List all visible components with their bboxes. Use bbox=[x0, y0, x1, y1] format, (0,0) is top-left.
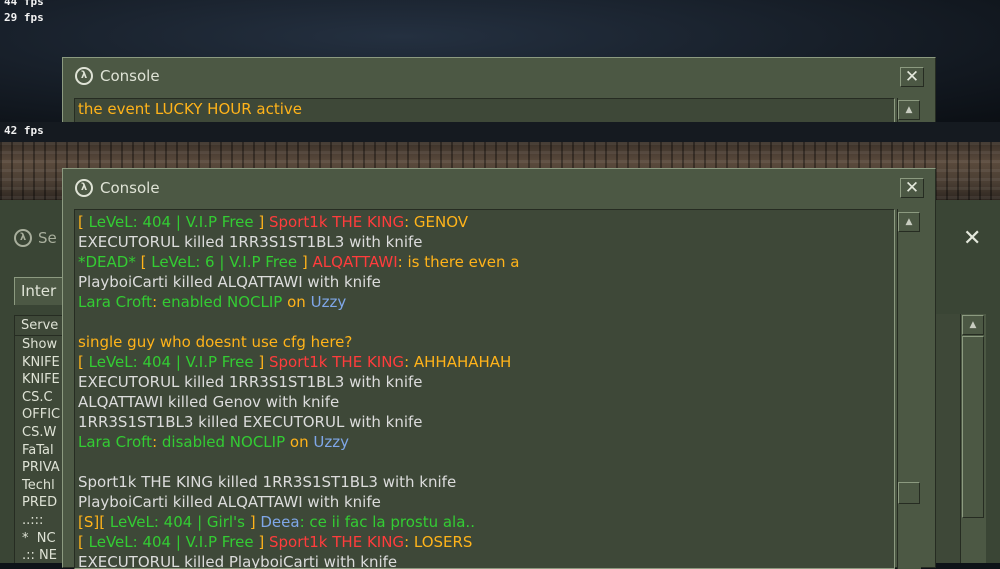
log-text: ] bbox=[253, 213, 270, 231]
tab-internet[interactable]: Inter bbox=[14, 277, 66, 305]
close-icon[interactable]: ✕ bbox=[900, 178, 924, 198]
log-text: EXECUTORUL killed PlayboiCarti with knif… bbox=[78, 553, 398, 569]
log-line: [ LeVeL: 404 | V.I.P Free ] Sport1k THE … bbox=[75, 532, 894, 552]
arrow-up-icon[interactable]: ▲ bbox=[898, 100, 920, 120]
log-line: EXECUTORUL killed PlayboiCarti with knif… bbox=[75, 552, 894, 569]
log-text: ALQATTAWI killed Genov with knife bbox=[78, 393, 340, 411]
log-line: EXECUTORUL killed 1RR3S1ST1BL3 with knif… bbox=[75, 372, 894, 392]
log-text: : LOSERS bbox=[404, 533, 473, 551]
log-text: [ bbox=[78, 213, 89, 231]
log-text: Deea bbox=[260, 513, 300, 531]
log-line: 1RR3S1ST1BL3 killed EXECUTORUL with knif… bbox=[75, 412, 894, 432]
log-line: EXECUTORUL killed 1RR3S1ST1BL3 with knif… bbox=[75, 232, 894, 252]
server-window-title: λ Se bbox=[14, 229, 57, 247]
log-text: enabled NOCLIP bbox=[161, 293, 283, 311]
halflife-logo-icon: λ bbox=[14, 229, 32, 247]
scrollbar-thumb[interactable] bbox=[898, 482, 920, 504]
log-line bbox=[75, 312, 894, 332]
log-text: [ bbox=[78, 533, 89, 551]
log-line: PlayboiCarti killed ALQATTAWI with knife bbox=[75, 492, 894, 512]
log-text: LeVeL: 404 | Girl's bbox=[109, 513, 245, 531]
log-text: : AHHAHAHAH bbox=[404, 353, 512, 371]
log-text: EXECUTORUL killed 1RR3S1ST1BL3 with knif… bbox=[78, 373, 423, 391]
log-text: LeVeL: 6 | V.I.P Free bbox=[151, 253, 298, 271]
fps-counter-top: 29 fps bbox=[4, 11, 44, 24]
log-text: Sport1k THE KING bbox=[269, 353, 405, 371]
log-text: disabled NOCLIP bbox=[161, 433, 286, 451]
log-text: PlayboiCarti killed ALQATTAWI with knife bbox=[78, 273, 381, 291]
console-title-top: λ Console bbox=[75, 67, 160, 85]
game-strip bbox=[0, 122, 1000, 142]
log-line: Lara Croft: enabled NOCLIP on Uzzy bbox=[75, 292, 894, 312]
log-line: Sport1k THE KING killed 1RR3S1ST1BL3 wit… bbox=[75, 472, 894, 492]
log-text: 1RR3S1ST1BL3 killed EXECUTORUL with knif… bbox=[78, 413, 423, 431]
log-text: V.I.P Free bbox=[185, 213, 254, 231]
log-text: Uzzy bbox=[313, 433, 349, 451]
log-text: Sport1k THE KING killed 1RR3S1ST1BL3 wit… bbox=[78, 473, 457, 491]
log-text: : is there even a bbox=[397, 253, 520, 271]
console-window-main: λ Console ✕ [ LeVeL: 404 | V.I.P Free ] … bbox=[62, 168, 936, 569]
log-text: ] bbox=[253, 533, 269, 551]
log-text: [ bbox=[140, 253, 152, 271]
log-line bbox=[75, 452, 894, 472]
log-text: : 404 | bbox=[132, 213, 186, 231]
log-text: PlayboiCarti killed ALQATTAWI with knife bbox=[78, 493, 381, 511]
arrow-up-icon[interactable]: ▲ bbox=[962, 315, 984, 335]
log-text: : GENOV bbox=[404, 213, 469, 231]
fps-counter-partial: 44 fps bbox=[4, 0, 44, 8]
log-text: Uzzy bbox=[310, 293, 347, 311]
log-text: ] bbox=[253, 353, 269, 371]
log-line: *DEAD* [ LeVeL: 6 | V.I.P Free ] ALQATTA… bbox=[75, 252, 894, 272]
halflife-logo-icon: λ bbox=[75, 179, 93, 197]
console-window-top: λ Console ✕ the event LUCKY HOUR active … bbox=[62, 57, 936, 128]
log-text: Sport1k THE KING bbox=[269, 533, 405, 551]
log-line: [ LeVeL: 404 | V.I.P Free ] Sport1k THE … bbox=[75, 212, 894, 232]
log-text: ALQATTAWI bbox=[312, 253, 398, 271]
console-title-main: λ Console bbox=[75, 179, 160, 197]
halflife-logo-icon: λ bbox=[75, 67, 93, 85]
server-list-scrollbar[interactable]: ▲ bbox=[960, 314, 986, 563]
log-text: LeVeL: 404 | V.I.P Free bbox=[88, 533, 254, 551]
fps-counter-middle: 42 fps bbox=[4, 124, 44, 137]
log-text: : ce ii fac la prostu ala.. bbox=[299, 513, 475, 531]
log-line: single guy who doesnt use cfg here? bbox=[75, 332, 894, 352]
server-list-scroll-gutter bbox=[936, 314, 960, 563]
log-line: PlayboiCarti killed ALQATTAWI with knife bbox=[75, 272, 894, 292]
log-text: ] bbox=[297, 253, 313, 271]
log-line: [ LeVeL: 404 | V.I.P Free ] Sport1k THE … bbox=[75, 352, 894, 372]
log-line: ALQATTAWI killed Genov with knife bbox=[75, 392, 894, 412]
log-text: on bbox=[285, 433, 314, 451]
log-line: Lara Croft: disabled NOCLIP on Uzzy bbox=[75, 432, 894, 452]
scrollbar-thumb[interactable] bbox=[962, 336, 984, 518]
log-text: LeVeL: 404 | V.I.P Free bbox=[88, 353, 254, 371]
close-icon[interactable]: ✕ bbox=[963, 226, 981, 251]
log-text: *DEAD* bbox=[78, 253, 141, 271]
log-text: EXECUTORUL killed 1RR3S1ST1BL3 with knif… bbox=[78, 233, 423, 251]
log-line: the event LUCKY HOUR active bbox=[75, 99, 894, 119]
log-text: LeVeL bbox=[88, 213, 133, 231]
log-text: the event LUCKY HOUR active bbox=[78, 100, 303, 118]
arrow-up-icon[interactable]: ▲ bbox=[898, 212, 920, 232]
console-scrollbar[interactable]: ▲ bbox=[897, 209, 921, 569]
log-text: Lara Croft bbox=[78, 293, 153, 311]
log-text: [ bbox=[78, 353, 89, 371]
log-text: on bbox=[282, 293, 311, 311]
log-text: ] bbox=[244, 513, 261, 531]
log-text: [S] bbox=[78, 513, 100, 531]
console-log: [ LeVeL: 404 | V.I.P Free ] Sport1k THE … bbox=[74, 209, 895, 569]
log-text: Lara Croft bbox=[78, 433, 153, 451]
log-text: : bbox=[152, 293, 162, 311]
log-line: [S][ LeVeL: 404 | Girl's ] Deea: ce ii f… bbox=[75, 512, 894, 532]
log-text: : bbox=[152, 433, 162, 451]
log-text: [ bbox=[99, 513, 110, 531]
log-text: Sport1k THE KING bbox=[269, 213, 405, 231]
close-icon[interactable]: ✕ bbox=[900, 67, 924, 87]
log-text: single guy who doesnt use cfg here? bbox=[78, 333, 353, 351]
console-lines: [ LeVeL: 404 | V.I.P Free ] Sport1k THE … bbox=[75, 210, 894, 569]
